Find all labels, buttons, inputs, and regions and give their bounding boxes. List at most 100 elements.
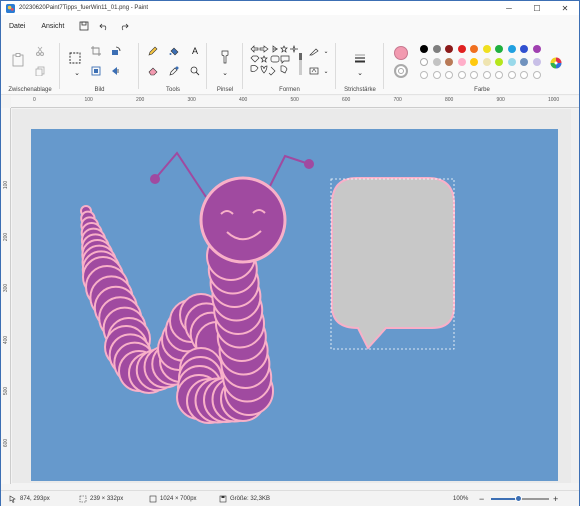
ruler-tick-label: 200 [3,232,10,241]
flip-icon[interactable] [110,65,122,77]
custom-color-slot[interactable] [495,71,503,79]
stroke-size-icon[interactable] [353,51,367,65]
custom-color-slot[interactable] [507,71,516,79]
custom-color-slot[interactable] [482,71,491,79]
color-swatch[interactable] [507,58,516,66]
select-icon[interactable] [68,51,82,65]
image-group: ⌄ Bild [61,37,138,95]
shapes-label: Formen [279,87,300,93]
ruler-tick-label: 500 [290,97,299,103]
color-swatch[interactable] [470,58,478,66]
ribbon-separator [206,43,207,89]
ribbon: Zwischenablage ⌄ Bild A Tools ⌄ Pinsel ⌄… [1,37,579,95]
color-swatch[interactable] [482,58,491,66]
outline-dropdown-icon[interactable]: ⌄ [320,45,332,57]
custom-color-slot[interactable] [420,71,428,79]
cursor-icon [9,494,16,503]
zoom-out-button[interactable]: − [479,494,484,504]
color-swatch[interactable] [457,45,466,53]
fill-dropdown-icon[interactable]: ⌄ [320,65,332,77]
ruler-tick-label: 500 [3,386,10,396]
custom-color-slot[interactable] [532,71,541,79]
zoom-slider-thumb[interactable] [515,495,522,502]
color-swatch[interactable] [445,45,453,53]
pencil-icon[interactable] [147,45,159,57]
save-icon[interactable] [76,18,92,34]
close-button[interactable]: ✕ [551,1,579,15]
ruler-tick-label: 200 [136,97,145,103]
color-swatch[interactable] [432,45,441,53]
color-swatch[interactable] [432,58,441,66]
rotate-icon[interactable] [110,45,122,57]
color-swatch[interactable] [495,58,503,66]
secondary-color-swatch[interactable] [394,64,408,78]
clipboard-group: Zwischenablage [1,37,59,95]
color-swatch[interactable] [457,58,466,66]
shapes-gallery-icon[interactable] [250,45,304,77]
image-label: Bild [94,87,105,93]
edit-colors-icon[interactable] [549,56,563,70]
brush-dropdown-icon[interactable]: ⌄ [219,67,231,79]
undo-icon[interactable] [96,18,112,34]
color-swatch[interactable] [520,45,528,53]
outline-icon[interactable] [308,45,320,57]
custom-color-slot[interactable] [457,71,466,79]
color-swatch[interactable] [495,45,503,53]
drawing-canvas[interactable] [31,129,558,481]
primary-color-swatch[interactable] [394,46,408,60]
color-swatch[interactable] [420,58,428,66]
eraser-icon[interactable] [147,65,159,77]
stroke-size-label: Strichstärke [344,87,376,93]
zoom-slider-track[interactable] [491,495,549,502]
menu-view[interactable]: Ansicht [33,23,72,30]
ruler-tick-label: 400 [239,97,248,103]
color-swatch[interactable] [532,58,541,66]
color-swatch[interactable] [420,45,428,53]
custom-color-slot[interactable] [520,71,528,79]
paint-app-icon [6,3,15,13]
crop-icon[interactable] [90,45,102,57]
fill-icon[interactable] [168,45,180,57]
speech-bubble [331,177,455,350]
antenna-tip [150,174,160,184]
stroke-dropdown-icon[interactable]: ⌄ [354,67,366,79]
colors-label: Farbe [474,87,490,93]
copy-icon[interactable] [34,65,46,77]
ribbon-separator [138,43,139,89]
color-picker-icon[interactable] [168,65,180,77]
menu-file[interactable]: Datei [1,23,33,30]
custom-color-slot[interactable] [445,71,453,79]
text-icon[interactable]: A [189,45,201,57]
vertical-scrollbar[interactable] [571,109,579,483]
ribbon-separator [59,43,60,89]
shape-fill-icon[interactable] [308,65,320,77]
custom-color-slot[interactable] [432,71,441,79]
color-swatch[interactable] [470,45,478,53]
zoom-in-button[interactable]: + [553,494,558,504]
canvas-size: 1024 × 700px [149,495,197,503]
color-swatch[interactable] [507,45,516,53]
canvas-artwork [80,151,455,424]
resize-icon[interactable] [90,65,102,77]
color-swatch[interactable] [482,45,491,53]
redo-icon[interactable] [116,18,132,34]
status-bar: 874, 293px 239 × 332px 1024 × 700px Größ… [1,490,579,506]
ruler-tick-label: 0 [33,97,36,103]
menu-bar: Datei Ansicht [1,15,579,37]
ruler-tick-label: 600 [3,438,10,447]
paste-icon[interactable] [11,52,25,68]
minimize-button[interactable]: ─ [495,1,523,15]
color-swatch[interactable] [532,45,541,53]
paint-window: 20230620Paint7Tipps_fuerWin11_01.png - P… [0,0,580,506]
magnifier-icon[interactable] [189,65,201,77]
select-dropdown-icon[interactable]: ⌄ [71,67,83,79]
maximize-button[interactable]: ☐ [523,1,551,15]
zoom-level: 100% [453,495,469,502]
custom-color-slot[interactable] [470,71,478,79]
cut-icon[interactable] [34,45,46,57]
brush-icon[interactable] [219,49,231,65]
ruler-tick-label: 700 [393,97,402,103]
vertical-ruler: 100 200 300 400 500 600 [1,108,11,484]
color-swatch[interactable] [520,58,528,66]
color-swatch[interactable] [445,58,453,66]
